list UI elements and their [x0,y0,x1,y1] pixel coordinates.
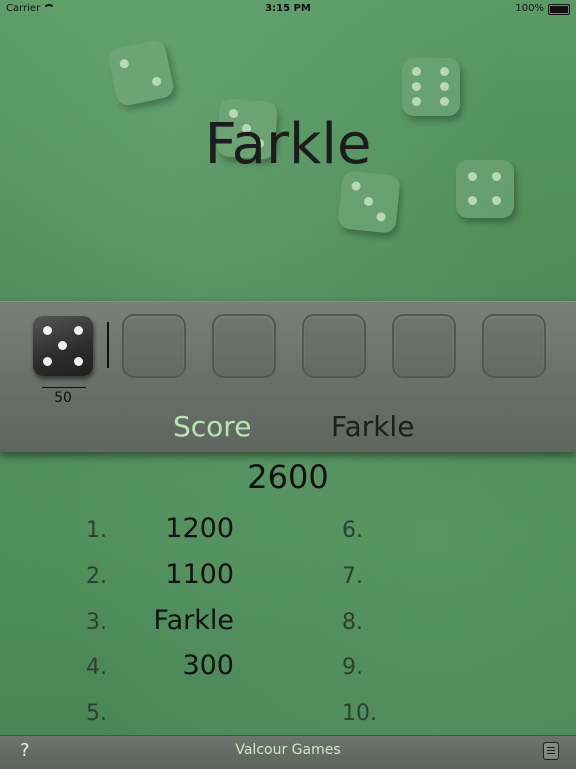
round-number: 10. [342,701,377,726]
status-bar: Carrier 3:15 PM 100% [0,0,576,18]
die-pip [43,357,52,366]
background-die-icon [106,38,176,108]
round-number: 6. [342,518,363,543]
battery-percent: 100% [515,3,544,14]
held-die-five[interactable] [33,316,93,376]
game-title: Farkle [204,112,372,177]
dice-slot-3[interactable] [302,314,366,378]
die-pip [74,326,83,335]
round-number: 4. [86,655,107,680]
round-number: 1. [86,518,107,543]
round-number: 2. [86,564,107,589]
status-time: 3:15 PM [265,3,311,14]
held-score-underline [42,387,86,388]
round-score: Farkle [153,605,234,636]
round-number: 9. [342,655,363,680]
round-number: 8. [342,610,363,635]
background-die-icon [402,58,460,116]
held-score: 50 [54,390,72,406]
held-divider [107,322,109,368]
die-pip [74,357,83,366]
round-number: 3. [86,610,107,635]
dice-slot-4[interactable] [392,314,456,378]
brand-label: Valcour Games [235,742,341,758]
die-pip [43,326,52,335]
round-score: 300 [182,650,234,681]
round-score: 1200 [165,513,234,544]
total-score: 2600 [247,458,329,496]
battery-icon [548,4,570,15]
farkle-button[interactable]: Farkle [331,410,414,443]
round-score: 1100 [165,559,234,590]
background-die-icon [337,170,401,234]
dice-slot-5[interactable] [482,314,546,378]
round-number: 7. [342,564,363,589]
list-icon[interactable] [543,742,559,760]
dice-slot-2[interactable] [212,314,276,378]
round-number: 5. [86,701,107,726]
dice-slot-1[interactable] [122,314,186,378]
score-button[interactable]: Score [173,410,251,443]
die-pip [58,341,67,350]
